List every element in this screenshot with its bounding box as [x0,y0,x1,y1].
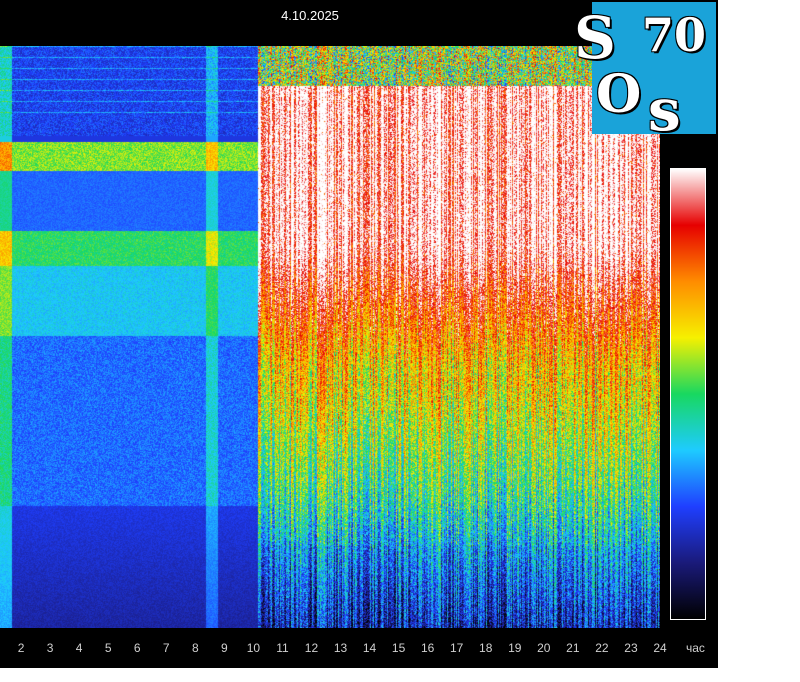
x-tick-label: 14 [362,641,377,655]
x-tick-label: 15 [391,641,406,655]
date-label: 4.10.2025 [281,8,339,23]
x-tick-label: 19 [508,641,522,655]
x-tick-label: 8 [191,641,199,655]
x-tick-label: 12 [304,641,319,655]
x-tick-label: 4 [75,641,83,655]
x-tick-label: 5 [104,641,112,655]
logo-letter-s2: s [648,76,681,144]
x-tick-label: 18 [479,641,493,655]
logo-letter-s: S [574,4,616,72]
spectrogram-heatmap [0,46,660,628]
x-tick-label: 3 [46,641,54,655]
x-tick-label: 24 [653,641,667,655]
x-tick-label: 20 [537,641,551,655]
x-tick-label: 10 [246,641,261,655]
x-tick-label: 6 [133,641,141,655]
x-tick-label: 16 [420,641,435,655]
x-tick-label: 9 [221,641,228,655]
x-tick-label: 17 [450,641,464,655]
x-tick-label: 22 [595,641,609,655]
logo-letter-o: O [596,64,642,125]
sos70-logo: S 70 O s [574,2,716,144]
x-tick-label: 23 [624,641,638,655]
color-scale-bar [670,168,706,620]
logo-number-70: 70 [642,8,707,62]
x-tick-label: 13 [333,641,348,655]
x-axis-unit: час [686,641,705,655]
x-tick-label: 7 [162,641,170,655]
x-tick-label: 2 [17,641,25,655]
x-tick-label: 11 [276,641,289,655]
x-tick-label: 21 [566,641,580,655]
